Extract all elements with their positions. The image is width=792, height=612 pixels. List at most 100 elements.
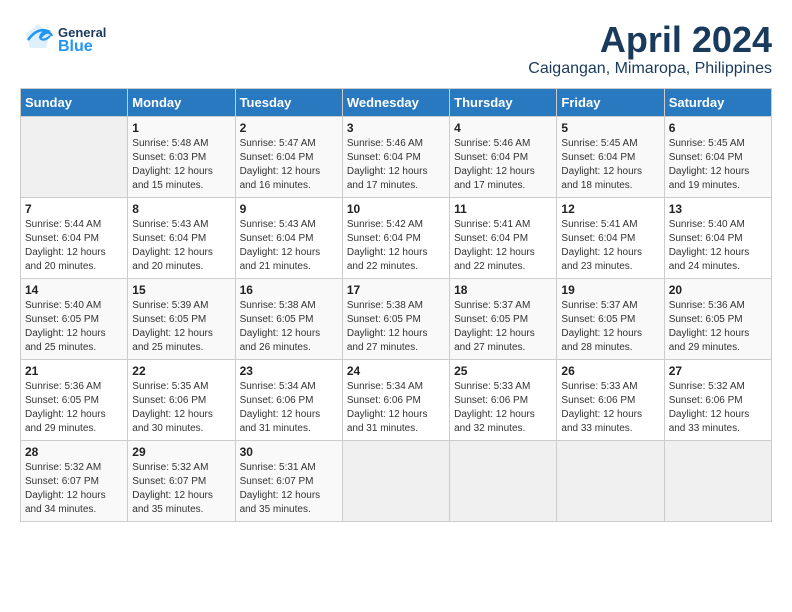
day-number: 24 <box>347 364 445 378</box>
day-number: 17 <box>347 283 445 297</box>
day-number: 6 <box>669 121 767 135</box>
calendar-cell <box>664 440 771 521</box>
day-number: 11 <box>454 202 552 216</box>
day-number: 23 <box>240 364 338 378</box>
calendar-cell: 3Sunrise: 5:46 AMSunset: 6:04 PMDaylight… <box>342 116 449 197</box>
location-title: Caigangan, Mimaropa, Philippines <box>528 60 772 78</box>
day-info: Sunrise: 5:31 AMSunset: 6:07 PMDaylight:… <box>240 461 338 517</box>
day-info: Sunrise: 5:46 AMSunset: 6:04 PMDaylight:… <box>347 137 445 193</box>
calendar-week-row: 7Sunrise: 5:44 AMSunset: 6:04 PMDaylight… <box>21 197 772 278</box>
day-number: 27 <box>669 364 767 378</box>
month-title: April 2024 <box>528 20 772 60</box>
day-number: 20 <box>669 283 767 297</box>
calendar-cell <box>21 116 128 197</box>
calendar-cell: 8Sunrise: 5:43 AMSunset: 6:04 PMDaylight… <box>128 197 235 278</box>
logo: General Blue <box>20 20 106 61</box>
calendar-cell <box>342 440 449 521</box>
weekday-header-monday: Monday <box>128 88 235 116</box>
day-info: Sunrise: 5:40 AMSunset: 6:05 PMDaylight:… <box>25 299 123 355</box>
day-number: 22 <box>132 364 230 378</box>
day-number: 28 <box>25 445 123 459</box>
day-info: Sunrise: 5:34 AMSunset: 6:06 PMDaylight:… <box>240 380 338 436</box>
weekday-header-thursday: Thursday <box>450 88 557 116</box>
day-number: 2 <box>240 121 338 135</box>
calendar-cell: 15Sunrise: 5:39 AMSunset: 6:05 PMDayligh… <box>128 278 235 359</box>
calendar-week-row: 14 Sunrise: 5:40 AMSunset: 6:05 PMDayligh… <box>21 278 772 359</box>
day-number: 26 <box>561 364 659 378</box>
calendar-cell <box>450 440 557 521</box>
day-number: 19 <box>561 283 659 297</box>
calendar-cell: 10Sunrise: 5:42 AMSunset: 6:04 PMDayligh… <box>342 197 449 278</box>
day-number: 14 <box>25 283 123 297</box>
weekday-header-row: SundayMondayTuesdayWednesdayThursdayFrid… <box>21 88 772 116</box>
day-number: 1 <box>132 121 230 135</box>
weekday-header-wednesday: Wednesday <box>342 88 449 116</box>
calendar-cell: 5 Sunrise: 5:45 AMSunset: 6:04 PMDaylight… <box>557 116 664 197</box>
day-info: Sunrise: 5:46 AMSunset: 6:04 PMDaylight:… <box>454 137 552 193</box>
calendar-cell <box>557 440 664 521</box>
calendar-cell: 26 Sunrise: 5:33 AMSunset: 6:06 PMDayligh… <box>557 359 664 440</box>
day-info: Sunrise: 5:43 AMSunset: 6:04 PMDaylight:… <box>240 218 338 274</box>
day-info: Sunrise: 5:32 AMSunset: 6:06 PMDaylight:… <box>669 380 767 436</box>
day-number: 4 <box>454 121 552 135</box>
day-number: 5 <box>561 121 659 135</box>
day-number: 9 <box>240 202 338 216</box>
day-info: Sunrise: 5:34 AMSunset: 6:06 PMDaylight:… <box>347 380 445 436</box>
day-info: Sunrise: 5:45 AMSunset: 6:04 PMDaylight:… <box>561 137 659 193</box>
day-number: 18 <box>454 283 552 297</box>
day-number: 12 <box>561 202 659 216</box>
calendar-table: SundayMondayTuesdayWednesdayThursdayFrid… <box>20 88 772 522</box>
day-info: Sunrise: 5:32 AMSunset: 6:07 PMDaylight:… <box>132 461 230 517</box>
day-info: Sunrise: 5:37 AMSunset: 6:05 PMDaylight:… <box>454 299 552 355</box>
day-number: 16 <box>240 283 338 297</box>
day-number: 13 <box>669 202 767 216</box>
day-number: 25 <box>454 364 552 378</box>
calendar-cell: 24 Sunrise: 5:34 AMSunset: 6:06 PMDayligh… <box>342 359 449 440</box>
calendar-week-row: 1 Sunrise: 5:48 AMSunset: 6:03 PMDaylight… <box>21 116 772 197</box>
day-info: Sunrise: 5:47 AMSunset: 6:04 PMDaylight:… <box>240 137 338 193</box>
calendar-cell: 22 Sunrise: 5:35 AMSunset: 6:06 PMDayligh… <box>128 359 235 440</box>
calendar-cell: 30 Sunrise: 5:31 AMSunset: 6:07 PMDayligh… <box>235 440 342 521</box>
day-info: Sunrise: 5:38 AMSunset: 6:05 PMDaylight:… <box>240 299 338 355</box>
calendar-cell: 21 Sunrise: 5:36 AMSunset: 6:05 PMDayligh… <box>21 359 128 440</box>
calendar-cell: 14 Sunrise: 5:40 AMSunset: 6:05 PMDayligh… <box>21 278 128 359</box>
day-info: Sunrise: 5:48 AMSunset: 6:03 PMDaylight:… <box>132 137 230 193</box>
calendar-cell: 20 Sunrise: 5:36 AMSunset: 6:05 PMDayligh… <box>664 278 771 359</box>
day-info: Sunrise: 5:41 AMSunset: 6:04 PMDaylight:… <box>561 218 659 274</box>
calendar-cell: 7Sunrise: 5:44 AMSunset: 6:04 PMDaylight… <box>21 197 128 278</box>
calendar-cell: 13 Sunrise: 5:40 AMSunset: 6:04 PMDayligh… <box>664 197 771 278</box>
calendar-cell: 17 Sunrise: 5:38 AMSunset: 6:05 PMDayligh… <box>342 278 449 359</box>
day-info: Sunrise: 5:32 AMSunset: 6:07 PMDaylight:… <box>25 461 123 517</box>
calendar-cell: 28 Sunrise: 5:32 AMSunset: 6:07 PMDayligh… <box>21 440 128 521</box>
calendar-cell: 12 Sunrise: 5:41 AMSunset: 6:04 PMDayligh… <box>557 197 664 278</box>
day-info: Sunrise: 5:35 AMSunset: 6:06 PMDaylight:… <box>132 380 230 436</box>
day-number: 29 <box>132 445 230 459</box>
calendar-cell: 23 Sunrise: 5:34 AMSunset: 6:06 PMDayligh… <box>235 359 342 440</box>
calendar-cell: 4 Sunrise: 5:46 AMSunset: 6:04 PMDaylight… <box>450 116 557 197</box>
calendar-cell: 11Sunrise: 5:41 AMSunset: 6:04 PMDayligh… <box>450 197 557 278</box>
day-info: Sunrise: 5:44 AMSunset: 6:04 PMDaylight:… <box>25 218 123 274</box>
calendar-cell: 16 Sunrise: 5:38 AMSunset: 6:05 PMDayligh… <box>235 278 342 359</box>
calendar-cell: 6 Sunrise: 5:45 AMSunset: 6:04 PMDaylight… <box>664 116 771 197</box>
calendar-cell: 19 Sunrise: 5:37 AMSunset: 6:05 PMDayligh… <box>557 278 664 359</box>
logo-icon <box>20 20 56 61</box>
day-info: Sunrise: 5:33 AMSunset: 6:06 PMDaylight:… <box>561 380 659 436</box>
day-info: Sunrise: 5:45 AMSunset: 6:04 PMDaylight:… <box>669 137 767 193</box>
day-number: 21 <box>25 364 123 378</box>
day-info: Sunrise: 5:36 AMSunset: 6:05 PMDaylight:… <box>669 299 767 355</box>
day-info: Sunrise: 5:43 AMSunset: 6:04 PMDaylight:… <box>132 218 230 274</box>
weekday-header-friday: Friday <box>557 88 664 116</box>
calendar-cell: 18 Sunrise: 5:37 AMSunset: 6:05 PMDayligh… <box>450 278 557 359</box>
page-header: General Blue April 2024 Caigangan, Mimar… <box>20 20 772 78</box>
day-info: Sunrise: 5:36 AMSunset: 6:05 PMDaylight:… <box>25 380 123 436</box>
day-number: 10 <box>347 202 445 216</box>
calendar-cell: 29 Sunrise: 5:32 AMSunset: 6:07 PMDayligh… <box>128 440 235 521</box>
day-number: 30 <box>240 445 338 459</box>
calendar-week-row: 21 Sunrise: 5:36 AMSunset: 6:05 PMDayligh… <box>21 359 772 440</box>
day-info: Sunrise: 5:37 AMSunset: 6:05 PMDaylight:… <box>561 299 659 355</box>
calendar-cell: 2 Sunrise: 5:47 AMSunset: 6:04 PMDaylight… <box>235 116 342 197</box>
weekday-header-sunday: Sunday <box>21 88 128 116</box>
day-info: Sunrise: 5:38 AMSunset: 6:05 PMDaylight:… <box>347 299 445 355</box>
day-info: Sunrise: 5:40 AMSunset: 6:04 PMDaylight:… <box>669 218 767 274</box>
title-area: April 2024 Caigangan, Mimaropa, Philippi… <box>528 20 772 78</box>
